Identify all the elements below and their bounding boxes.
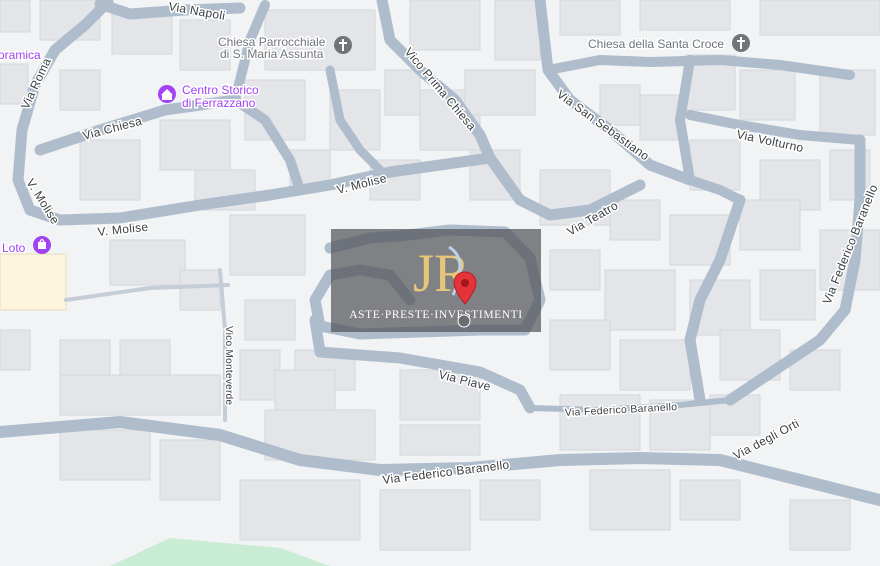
landmark-icon: [158, 85, 176, 103]
poi-label-chiesa-parrocchiale-line2: di S. Maria Assunta: [220, 47, 324, 61]
poi-label-centro-storico-line1: Centro Storico: [182, 83, 259, 97]
watermark-tagline: ASTE·PRESTE·INVESTIMENTI: [349, 309, 523, 321]
shopping-icon: [33, 236, 51, 254]
poi-loto[interactable]: Loto: [1, 236, 51, 257]
highlighted-parcel[interactable]: [0, 253, 67, 311]
poi-label-chiesa-santa-croce: Chiesa della Santa Croce: [588, 37, 724, 51]
map-view[interactable]: Via Napoli Via Roma Via Chiesa Vico Prim…: [0, 0, 880, 566]
location-pin-icon[interactable]: [453, 271, 477, 305]
poi-label-centro-storico-line2: di Ferrazzano: [182, 96, 256, 110]
poi-chiesa-santa-croce[interactable]: Chiesa della Santa Croce: [587, 34, 750, 53]
church-icon: [334, 36, 352, 54]
street-label-vico-monteverde: Vico Monteverde: [223, 326, 234, 405]
marker-dot-icon: [457, 314, 471, 328]
park-area: [110, 538, 330, 566]
street-label-via-chiesa: Via Chiesa: [81, 114, 143, 143]
watermark-overlay: JR ASTE·PRESTE·INVESTIMENTI: [331, 229, 541, 332]
church-icon: [732, 34, 750, 52]
poi-label-ceramica-partial[interactable]: oramica: [0, 47, 43, 64]
poi-label-loto: Loto: [2, 241, 26, 255]
